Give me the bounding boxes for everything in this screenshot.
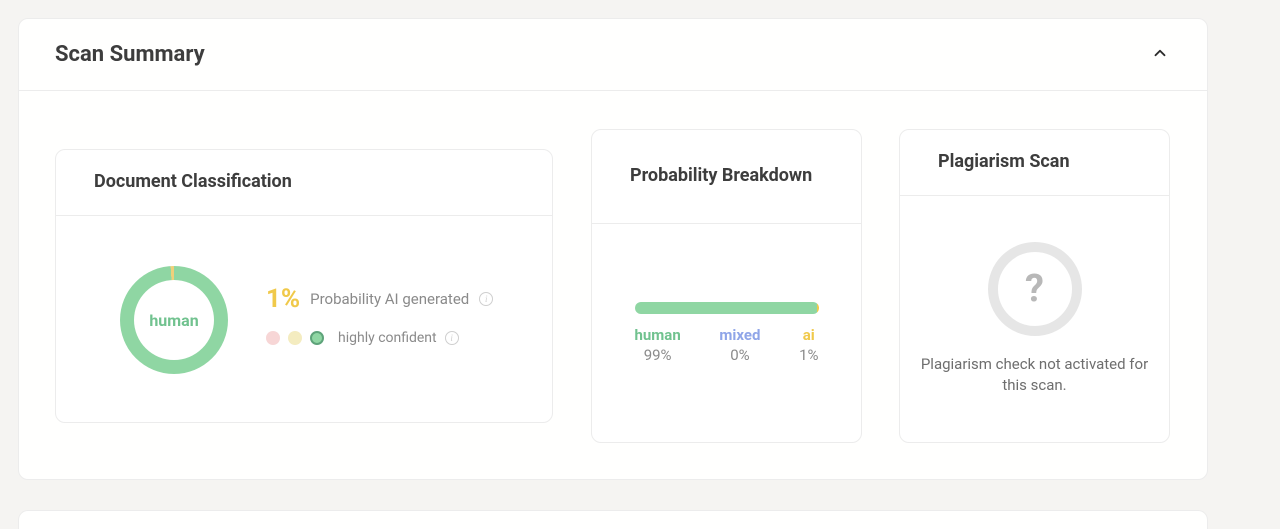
plagiarism-scan-body: ? Plagiarism check not activated for thi… [900,196,1169,442]
probability-chart: human 99% mixed 0% ai 1% [635,302,819,364]
legend-ai-value: 1% [799,346,818,364]
confidence-row: highly confident i [266,330,493,346]
ai-probability-label: Probability AI generated [310,290,469,308]
plagiarism-scan-title: Plagiarism Scan [938,150,1070,174]
document-classification-body: human 1% Probability AI generated i hi [56,216,552,422]
confidence-dot-low-icon [266,331,280,345]
probability-bar [635,302,819,314]
confidence-dot-high-icon [310,331,324,345]
legend-human: human 99% [635,326,681,364]
classification-details: 1% Probability AI generated i highly con… [266,284,493,346]
legend-ai-label: ai [803,326,815,344]
plagiarism-scan-card: Plagiarism Scan ? Plagiarism check not a… [899,129,1170,443]
probability-breakdown-card: Probability Breakdown human 99% [591,129,862,443]
collapse-toggle[interactable] [1149,44,1171,66]
probability-legend: human 99% mixed 0% ai 1% [635,326,819,364]
probability-breakdown-header: Probability Breakdown [592,130,861,224]
next-panel-peek [18,510,1208,529]
donut-chart-icon: human [120,266,228,374]
info-icon[interactable]: i [445,331,459,345]
ai-probability-value: 1% [266,284,300,314]
probability-breakdown-title: Probability Breakdown [630,164,812,188]
document-classification-card: Document Classification human 1% Probabi… [55,149,553,423]
scan-summary-header[interactable]: Scan Summary [19,19,1207,91]
ai-probability-row: 1% Probability AI generated i [266,284,493,314]
document-classification-header: Document Classification [56,150,552,216]
legend-mixed-value: 0% [730,346,749,364]
info-icon[interactable]: i [479,292,493,306]
question-mark-icon: ? [988,242,1082,336]
probability-bar-human [635,302,817,314]
classification-ring: human [120,266,228,374]
confidence-label: highly confident [338,330,437,346]
classification-label: human [149,311,198,330]
probability-bar-ai [817,302,819,314]
scan-summary-panel: Scan Summary Document Classification hum… [18,18,1208,480]
plagiarism-message: Plagiarism check not activated for this … [916,354,1153,396]
donut-inner: human [134,280,214,360]
legend-human-label: human [635,326,681,344]
chevron-up-icon [1151,44,1169,66]
legend-human-value: 99% [644,346,672,364]
document-classification-title: Document Classification [94,170,292,194]
probability-breakdown-body: human 99% mixed 0% ai 1% [592,224,861,442]
question-mark-glyph: ? [1025,267,1044,311]
scan-summary-title: Scan Summary [55,42,205,67]
confidence-dot-mid-icon [288,331,302,345]
plagiarism-scan-header: Plagiarism Scan [900,130,1169,196]
legend-mixed-label: mixed [719,326,760,344]
legend-ai: ai 1% [799,326,818,364]
legend-mixed: mixed 0% [719,326,760,364]
scan-summary-body: Document Classification human 1% Probabi… [19,91,1207,479]
